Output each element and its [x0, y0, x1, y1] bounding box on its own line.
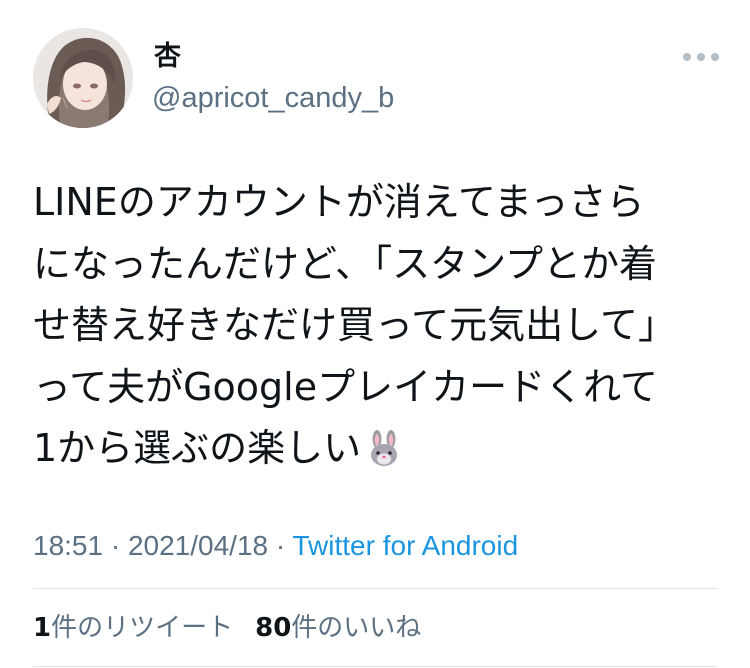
retweet-count: 1 — [33, 613, 52, 643]
meta-separator: · — [268, 530, 293, 561]
tweet-card: 杏 @apricot_candy_b LINEのアカウントが消えてまっさら にな… — [0, 0, 750, 668]
retweets-stat[interactable]: 1件のリツイート — [33, 613, 233, 643]
tweet-text-line: LINEのアカウントが消えてまっさら — [33, 180, 645, 224]
tweet-text-line: 1から選ぶの楽しい — [33, 426, 362, 470]
more-dot — [711, 53, 719, 61]
user-handle[interactable]: @apricot_candy_b — [152, 80, 394, 116]
tweet-text-line: って夫がGoogleプレイカードくれて — [33, 364, 658, 409]
engagement-stats: 1件のリツイート 80件のいいね — [33, 611, 421, 645]
tweet-text: LINEのアカウントが消えてまっさら になったんだけど、「スタンプとか着 せ替え… — [33, 172, 723, 480]
tweet-source-link[interactable]: Twitter for Android — [293, 530, 519, 561]
avatar[interactable] — [33, 28, 133, 128]
divider — [33, 666, 717, 667]
divider — [33, 588, 717, 589]
tweet-time[interactable]: 18:51 — [33, 530, 103, 561]
like-label: 件のいいね — [291, 613, 422, 643]
rabbit-face-icon — [365, 425, 403, 487]
tweet-text-line: になったんだけど、「スタンプとか着 — [33, 241, 657, 286]
tweet-text-line: せ替え好きなだけ買って元気出して」 — [33, 303, 676, 347]
tweet-text-line-last: 1から選ぶの楽しい — [33, 418, 723, 480]
more-dot — [683, 53, 691, 61]
more-options-icon[interactable] — [683, 50, 719, 64]
tweet-date[interactable]: 2021/04/18 — [128, 530, 268, 561]
likes-stat[interactable]: 80件のいいね — [255, 613, 421, 643]
avatar-illustration — [33, 28, 133, 128]
tweet-meta: 18:51 · 2021/04/18 · Twitter for Android — [33, 528, 518, 564]
like-count: 80 — [255, 613, 292, 643]
display-name[interactable]: 杏 — [154, 40, 181, 74]
more-dot — [697, 53, 705, 61]
retweet-label: 件のリツイート — [51, 613, 234, 643]
meta-separator: · — [103, 530, 128, 561]
